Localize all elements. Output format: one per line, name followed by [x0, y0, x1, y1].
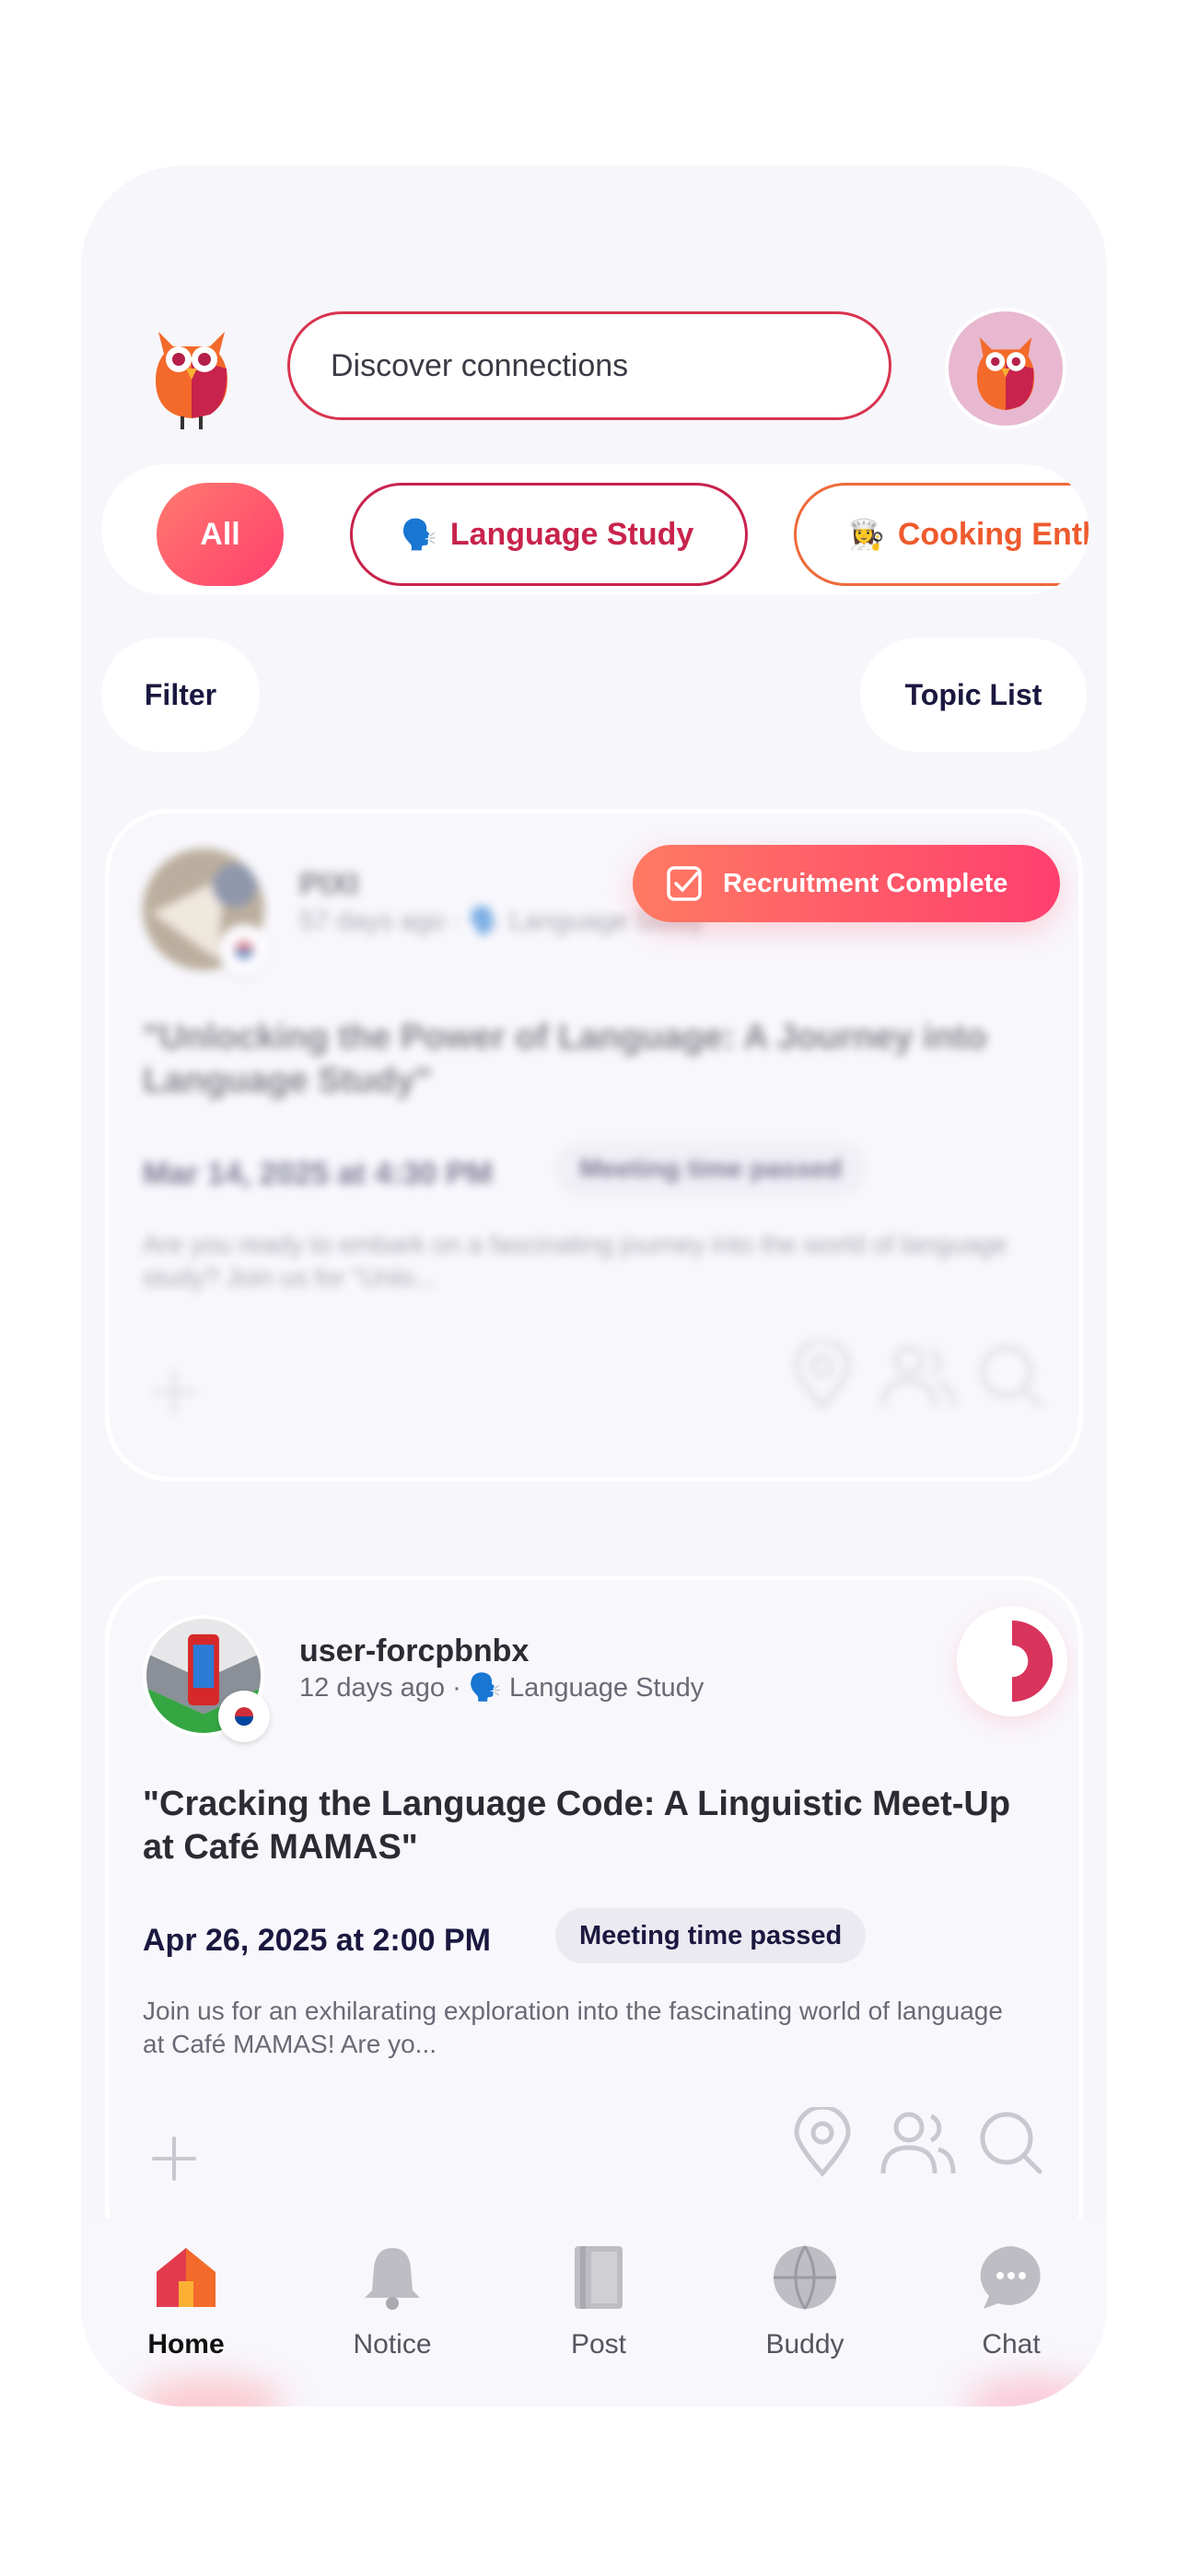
cook-icon: 👩‍🍳 [848, 518, 885, 551]
topic-list-label: Topic List [904, 677, 1042, 711]
recruitment-complete-badge: Recruitment Complete [633, 845, 1060, 922]
nav-label: Post [570, 2329, 627, 2359]
search-input[interactable]: Discover connections [287, 311, 891, 420]
nav-item-post[interactable]: Post [525, 2219, 672, 2406]
category-chip-bar: All 🗣️ Language Study 👩‍🍳 Cooking Enth [101, 464, 1089, 595]
speaking-head-icon: 🗣️ [468, 1673, 502, 1703]
app-screen: Discover connections All 🗣️ Language Stu… [81, 166, 1107, 2406]
meta-separator: · [452, 1673, 461, 1703]
chip-label: All [200, 516, 240, 552]
bell-icon [365, 2248, 420, 2310]
post-username[interactable]: user-forcpbnbx [299, 1633, 529, 1669]
status-badge: Meeting time passed [555, 1908, 867, 1963]
book-icon [575, 2246, 623, 2309]
home-icon [157, 2248, 215, 2307]
post-title[interactable]: "Cracking the Language Code: A Linguisti… [143, 1783, 1045, 1869]
korea-flag-icon [218, 1691, 270, 1742]
post-title[interactable]: "Unlocking the Power of Language: A Jour… [143, 1016, 1045, 1103]
post-action-icons [794, 2107, 1042, 2177]
post-description: Join us for an exhilarating exploration … [143, 1996, 1003, 2058]
post-time-ago: 12 days ago [299, 1673, 446, 1703]
post-card[interactable]: PIXI 57 days ago · 🗣️ Language Study "Un… [105, 809, 1083, 1481]
category-chip-language-study[interactable]: 🗣️ Language Study [350, 483, 748, 586]
owl-logo-icon[interactable] [146, 313, 238, 433]
recruitment-label: Recruitment Complete [723, 868, 1008, 898]
add-icon[interactable] [146, 2131, 202, 2186]
search-icon [980, 2112, 1042, 2174]
profile-avatar[interactable] [945, 308, 1066, 429]
post-action-icons [794, 1341, 1042, 1411]
speaking-head-icon: 🗣️ [468, 907, 502, 936]
globe-icon [774, 2245, 836, 2310]
post-description: Are you ready to embark on a fascinating… [143, 1230, 1007, 1292]
location-pin-icon [794, 2107, 851, 2177]
post-date: Mar 14, 2025 at 4:30 PM [143, 1156, 493, 1191]
post-category: Language Study [508, 1673, 705, 1703]
chip-label: Language Study [449, 516, 694, 552]
nav-item-buddy[interactable]: Buddy [731, 2219, 879, 2406]
chat-bubble-icon [980, 2246, 1041, 2309]
post-meta: 12 days ago · 🗣️ Language Study [299, 1672, 704, 1704]
category-chip-all[interactable]: All [157, 483, 284, 586]
status-badge: Meeting time passed [555, 1142, 867, 1197]
people-icon [880, 2112, 956, 2174]
chip-label: Cooking Enth [897, 516, 1089, 552]
location-pin-icon [794, 1341, 851, 1411]
meta-separator: · [452, 907, 461, 936]
filter-button[interactable]: Filter [101, 638, 260, 752]
nav-label: Chat [982, 2329, 1041, 2359]
category-chip-cooking[interactable]: 👩‍🍳 Cooking Enth [794, 483, 1089, 586]
checkbox-icon [667, 866, 702, 901]
nav-label: Home [147, 2329, 225, 2359]
add-icon[interactable] [146, 1364, 202, 1420]
people-icon [880, 1345, 956, 1408]
speaking-head-icon: 🗣️ [401, 518, 437, 551]
search-placeholder: Discover connections [331, 347, 629, 383]
progress-ring-icon [957, 1606, 1067, 1716]
owl-avatar-icon [976, 337, 1035, 411]
nav-label: Notice [353, 2329, 432, 2359]
nav-label: Buddy [765, 2329, 844, 2359]
post-date: Apr 26, 2025 at 2:00 PM [143, 1923, 491, 1958]
filter-label: Filter [144, 677, 217, 711]
korea-flag-icon [218, 924, 270, 976]
post-username[interactable]: PIXI [299, 867, 358, 903]
nav-item-notice[interactable]: Notice [319, 2219, 466, 2406]
post-card[interactable]: user-forcpbnbx 12 days ago · 🗣️ Language… [105, 1575, 1083, 2276]
post-time-ago: 57 days ago [299, 907, 446, 936]
search-icon [980, 1345, 1042, 1408]
topic-list-button[interactable]: Topic List [860, 638, 1087, 752]
